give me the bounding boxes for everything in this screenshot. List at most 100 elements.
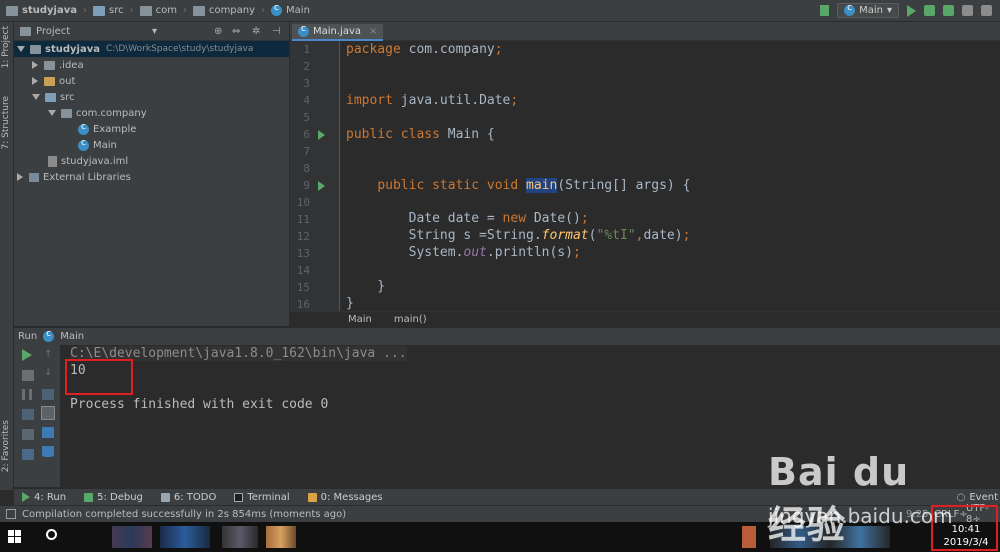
tab-favorites[interactable]: 2: Favorites bbox=[1, 420, 11, 472]
tree-item-label: .idea bbox=[59, 59, 84, 71]
crumb-separator: › bbox=[129, 5, 134, 16]
expand-arrow-icon[interactable] bbox=[48, 110, 56, 116]
tree-item-idea[interactable]: .idea bbox=[32, 57, 84, 73]
tab-structure[interactable]: 7: Structure bbox=[1, 96, 11, 150]
navigation-bar: studyjava › src › com › company › Main M… bbox=[0, 0, 1000, 22]
collapse-arrow-icon[interactable] bbox=[32, 61, 38, 69]
line-number: 14 bbox=[296, 264, 310, 277]
hide-panel-icon[interactable]: ⊣ bbox=[272, 26, 281, 37]
tree-item-external-libraries[interactable]: External Libraries bbox=[17, 169, 131, 185]
tree-item-label: Main bbox=[93, 139, 117, 151]
tree-item-com-company[interactable]: com.company bbox=[48, 105, 147, 121]
tree-item-label: com.company bbox=[76, 107, 147, 119]
class-icon bbox=[78, 122, 89, 135]
line-number: 11 bbox=[296, 213, 310, 226]
highlight-box bbox=[931, 505, 998, 551]
tab-label: Main.java bbox=[313, 26, 362, 37]
debug-icon[interactable] bbox=[924, 5, 935, 16]
exit-icon[interactable] bbox=[22, 429, 34, 440]
arrow-down-icon[interactable]: ↓ bbox=[44, 367, 52, 378]
crumb-src[interactable]: src bbox=[92, 5, 124, 16]
line-number: 6 bbox=[303, 128, 310, 141]
toolwindow-label: 0: Messages bbox=[320, 491, 383, 503]
print-icon[interactable] bbox=[42, 427, 54, 438]
tree-item-example[interactable]: Example bbox=[78, 121, 136, 137]
tree-item-label: out bbox=[59, 75, 76, 87]
code-line: package com.company; bbox=[346, 42, 503, 57]
crumb-main[interactable]: Main bbox=[271, 3, 310, 16]
toolwindow-todo[interactable]: 6: TODO bbox=[160, 492, 216, 503]
tree-item-main[interactable]: Main bbox=[78, 137, 117, 153]
toolwindow-event-log[interactable]: ○ Event bbox=[957, 492, 998, 503]
run-config-tab[interactable]: Main bbox=[60, 331, 84, 342]
run-icon bbox=[22, 492, 30, 502]
run-icon[interactable] bbox=[907, 4, 916, 17]
crumb-com[interactable]: com bbox=[139, 5, 177, 16]
toolwindow-terminal[interactable]: Terminal bbox=[234, 492, 290, 503]
collapse-arrow-icon[interactable] bbox=[17, 173, 23, 181]
settings-icon[interactable] bbox=[22, 449, 34, 460]
run-gutter-icon[interactable] bbox=[318, 130, 325, 140]
run-gutter-icon[interactable] bbox=[318, 181, 325, 191]
status-bar: Compilation completed successfully in 2s… bbox=[0, 503, 1000, 525]
project-view-label[interactable]: Project bbox=[36, 26, 70, 37]
taskbar-app[interactable] bbox=[266, 526, 296, 548]
expand-arrow-icon[interactable] bbox=[32, 94, 40, 100]
tree-item-studyjava[interactable]: studyjava C:\D\WorkSpace\study\studyjava bbox=[14, 41, 289, 57]
editor-breadcrumb: Main main() bbox=[290, 311, 1000, 326]
rerun-icon[interactable] bbox=[22, 349, 32, 361]
tree-item-iml[interactable]: studyjava.iml bbox=[48, 153, 128, 169]
tree-item-label: src bbox=[60, 91, 75, 103]
arrow-up-icon[interactable]: ↑ bbox=[44, 349, 52, 360]
profile-icon[interactable] bbox=[962, 5, 973, 16]
trash-icon[interactable] bbox=[42, 446, 54, 457]
toggle-panels-icon[interactable] bbox=[6, 509, 16, 519]
breadcrumb-item[interactable]: Main bbox=[348, 314, 372, 325]
taskbar-app[interactable] bbox=[222, 526, 258, 548]
toolwindow-run[interactable]: 4: Run bbox=[22, 492, 66, 503]
tray-icon[interactable] bbox=[770, 526, 890, 548]
breadcrumb-item[interactable]: main() bbox=[394, 314, 427, 325]
tab-main-java[interactable]: Main.java × bbox=[292, 24, 384, 41]
scroll-to-end-icon[interactable] bbox=[41, 406, 55, 420]
run-config-select[interactable]: Main ▾ bbox=[837, 3, 899, 18]
toolwindow-debug[interactable]: 5: Debug bbox=[84, 492, 143, 503]
crumb-company[interactable]: company bbox=[192, 5, 255, 16]
soft-wrap-icon[interactable] bbox=[42, 389, 54, 400]
package-icon bbox=[61, 108, 72, 118]
stop-icon[interactable] bbox=[22, 370, 34, 381]
collapse-all-icon[interactable]: ⇔ bbox=[232, 26, 240, 37]
tab-project[interactable]: 1: Project bbox=[1, 26, 11, 68]
build-icon[interactable] bbox=[820, 5, 830, 16]
chevron-down-icon[interactable]: ▾ bbox=[152, 26, 157, 37]
stop-icon[interactable] bbox=[981, 5, 992, 16]
package-icon bbox=[192, 5, 205, 16]
crumb-project[interactable]: studyjava bbox=[6, 5, 77, 16]
code-line: } bbox=[346, 296, 354, 311]
coverage-icon[interactable] bbox=[943, 5, 954, 16]
crumb-label: src bbox=[108, 5, 124, 16]
code-editor[interactable]: 1 2 3 4 5 6 7 8 9 10 11 12 13 14 15 16 p… bbox=[290, 41, 1000, 311]
taskbar-app[interactable] bbox=[112, 526, 152, 548]
toolwindow-messages[interactable]: 0: Messages bbox=[307, 491, 383, 503]
restore-layout-icon[interactable] bbox=[22, 409, 34, 420]
module-file-icon bbox=[48, 155, 57, 167]
windows-start-icon[interactable] bbox=[8, 530, 22, 544]
tree-item-src[interactable]: src bbox=[32, 89, 75, 105]
module-folder-icon bbox=[30, 44, 41, 54]
tree-item-out[interactable]: out bbox=[32, 73, 75, 89]
tray-icon[interactable] bbox=[742, 526, 756, 548]
caret-position[interactable]: 9:25 bbox=[906, 509, 928, 520]
close-icon[interactable]: × bbox=[369, 26, 377, 37]
scroll-from-source-icon[interactable]: ⊕ bbox=[214, 26, 222, 37]
taskbar-app[interactable] bbox=[160, 526, 210, 548]
module-path-hint: C:\D\WorkSpace\study\studyjava bbox=[105, 44, 254, 54]
search-icon[interactable] bbox=[46, 529, 57, 540]
collapse-arrow-icon[interactable] bbox=[32, 77, 38, 85]
source-folder-icon bbox=[45, 92, 56, 102]
console-output[interactable]: C:\E\development\java1.8.0_162\bin\java … bbox=[60, 345, 1000, 487]
expand-arrow-icon[interactable] bbox=[17, 46, 25, 52]
pause-icon[interactable] bbox=[22, 389, 32, 400]
gear-icon[interactable]: ✲ bbox=[252, 26, 260, 37]
class-icon bbox=[844, 3, 856, 16]
